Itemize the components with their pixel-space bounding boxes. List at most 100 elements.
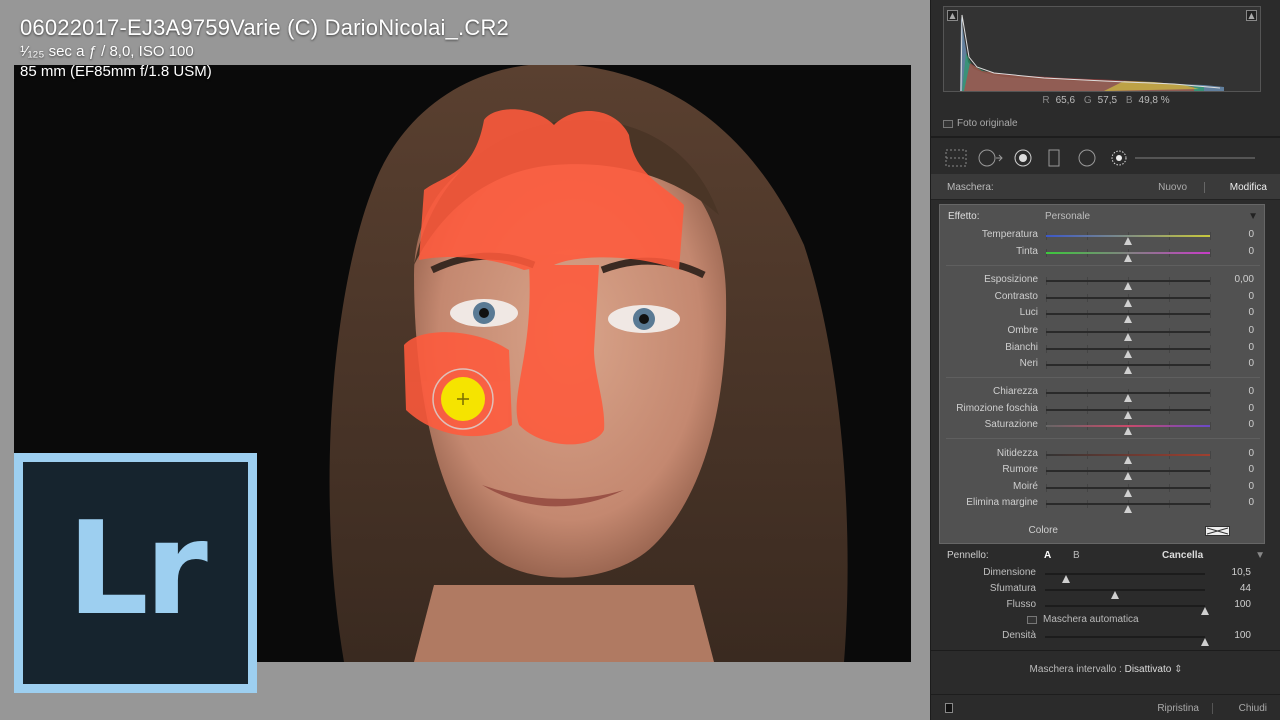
slider-track[interactable] xyxy=(1046,331,1210,341)
slider-thumb[interactable] xyxy=(1201,607,1209,615)
slider-label: Esposizione xyxy=(984,274,1038,285)
radial-filter-icon[interactable] xyxy=(1077,149,1097,167)
slider-track[interactable] xyxy=(1046,280,1210,290)
slider-value[interactable]: 0,00 xyxy=(1235,274,1254,285)
mask-new-button[interactable]: Nuovo xyxy=(1158,182,1187,193)
divider xyxy=(931,650,1280,651)
slider-value[interactable]: 0 xyxy=(1248,481,1254,492)
slider-track[interactable] xyxy=(1046,364,1210,374)
range-mask-value[interactable]: Disattivato xyxy=(1125,664,1172,675)
slider-value[interactable]: 0 xyxy=(1248,403,1254,414)
slider-label: Bianchi xyxy=(1005,342,1038,353)
slider-value[interactable]: 0 xyxy=(1248,448,1254,459)
slider-value[interactable]: 0 xyxy=(1248,342,1254,353)
slider-track[interactable] xyxy=(1046,297,1210,307)
slider-thumb[interactable] xyxy=(1124,315,1132,323)
slider-value[interactable]: 0 xyxy=(1248,291,1254,302)
rgb-readout: R 65,6 G 57,5 B 49,8 % xyxy=(931,95,1280,106)
slider-label: Neri xyxy=(1019,358,1038,369)
color-swatch[interactable] xyxy=(1205,526,1230,536)
collapse-triangle-icon[interactable]: ▼ xyxy=(1255,550,1265,561)
mask-row: Maschera: Nuovo Modifica xyxy=(931,174,1280,200)
mask-edit-button[interactable]: Modifica xyxy=(1230,182,1267,193)
slider-track[interactable] xyxy=(1045,605,1209,615)
effect-slider-row: Nitidezza 0 xyxy=(940,448,1266,464)
brush-a-button[interactable]: A xyxy=(1044,550,1051,561)
original-photo-label: Foto originale xyxy=(957,118,1018,129)
slider-track[interactable] xyxy=(1045,573,1205,583)
range-mask-label: Maschera intervallo : xyxy=(1029,664,1122,675)
original-photo-checkbox[interactable] xyxy=(943,119,953,128)
brush-erase-button[interactable]: Cancella xyxy=(1162,550,1203,561)
slider-thumb[interactable] xyxy=(1124,237,1132,245)
density-slider-track[interactable] xyxy=(1045,636,1209,646)
density-value[interactable]: 100 xyxy=(1234,630,1251,641)
slider-track[interactable] xyxy=(1046,425,1210,435)
slider-thumb[interactable] xyxy=(1124,254,1132,262)
range-mask-dropdown[interactable]: Maschera intervallo : Disattivato ⇕ xyxy=(931,664,1280,675)
image-canvas[interactable]: 06022017-EJ3A9759Varie (C) DarioNicolai_… xyxy=(0,0,930,720)
crop-overlay-icon[interactable] xyxy=(945,149,967,167)
auto-mask-checkbox[interactable] xyxy=(1027,615,1037,624)
slider-label: Tinta xyxy=(1016,246,1038,257)
slider-track[interactable] xyxy=(1046,470,1210,480)
brush-pin[interactable] xyxy=(432,368,494,430)
slider-value[interactable]: 100 xyxy=(1234,599,1251,610)
slider-thumb[interactable] xyxy=(1124,427,1132,435)
slider-thumb[interactable] xyxy=(1124,489,1132,497)
slider-value[interactable]: 44 xyxy=(1240,583,1251,594)
slider-value[interactable]: 10,5 xyxy=(1232,567,1251,578)
b-label: B xyxy=(1125,95,1133,106)
effect-preset-dropdown[interactable]: Personale xyxy=(1045,211,1090,222)
slider-thumb[interactable] xyxy=(1124,282,1132,290)
slider-track[interactable] xyxy=(1046,503,1210,513)
collapse-triangle-icon[interactable]: ▼ xyxy=(1248,211,1258,222)
effect-slider-row: Neri 0 xyxy=(940,358,1266,374)
slider-track[interactable] xyxy=(1046,348,1210,358)
density-label: Densità xyxy=(1002,630,1036,641)
slider-track[interactable] xyxy=(1046,409,1210,419)
red-eye-icon[interactable] xyxy=(1013,149,1033,167)
histogram: ▲ ▲ xyxy=(943,6,1261,92)
brush-b-button[interactable]: B xyxy=(1073,550,1080,561)
slider-track[interactable] xyxy=(1046,235,1210,245)
close-button[interactable]: Chiudi xyxy=(1239,703,1267,714)
slider-thumb[interactable] xyxy=(1124,366,1132,374)
slider-value[interactable]: 0 xyxy=(1248,497,1254,508)
slider-value[interactable]: 0 xyxy=(1248,358,1254,369)
slider-thumb[interactable] xyxy=(1124,350,1132,358)
slider-thumb[interactable] xyxy=(1124,472,1132,480)
panel-toggle-switch[interactable] xyxy=(945,703,953,713)
reset-button[interactable]: Ripristina xyxy=(1157,703,1199,714)
slider-track[interactable] xyxy=(1046,252,1210,262)
slider-value[interactable]: 0 xyxy=(1248,386,1254,397)
slider-thumb[interactable] xyxy=(1061,575,1070,583)
effect-slider-row: Chiarezza 0 xyxy=(940,386,1266,402)
slider-thumb[interactable] xyxy=(1124,456,1132,464)
slider-track[interactable] xyxy=(1045,589,1205,599)
tool-slider-track[interactable] xyxy=(1135,157,1255,159)
slider-label: Chiarezza xyxy=(992,386,1038,397)
slider-value[interactable]: 0 xyxy=(1248,419,1254,430)
slider-track[interactable] xyxy=(1046,487,1210,497)
slider-value[interactable]: 0 xyxy=(1248,246,1254,257)
graduated-filter-icon[interactable] xyxy=(1047,149,1061,167)
slider-thumb[interactable] xyxy=(1124,394,1132,402)
slider-thumb[interactable] xyxy=(1111,591,1120,599)
slider-thumb[interactable] xyxy=(1124,411,1132,419)
slider-track[interactable] xyxy=(1046,313,1210,323)
adjustment-brush-icon[interactable] xyxy=(1107,149,1131,167)
slider-thumb[interactable] xyxy=(1124,299,1132,307)
slider-track[interactable] xyxy=(1046,454,1210,464)
slider-track[interactable] xyxy=(1046,392,1210,402)
density-slider-thumb[interactable] xyxy=(1201,638,1209,646)
slider-thumb[interactable] xyxy=(1124,333,1132,341)
auto-mask-option[interactable]: Maschera automatica xyxy=(1027,614,1139,625)
slider-value[interactable]: 0 xyxy=(1248,307,1254,318)
spot-removal-icon[interactable] xyxy=(977,149,1003,167)
slider-thumb[interactable] xyxy=(1124,505,1132,513)
slider-value[interactable]: 0 xyxy=(1248,464,1254,475)
slider-value[interactable]: 0 xyxy=(1248,325,1254,336)
original-photo-toggle[interactable]: Foto originale xyxy=(943,118,1018,129)
slider-value[interactable]: 0 xyxy=(1248,229,1254,240)
